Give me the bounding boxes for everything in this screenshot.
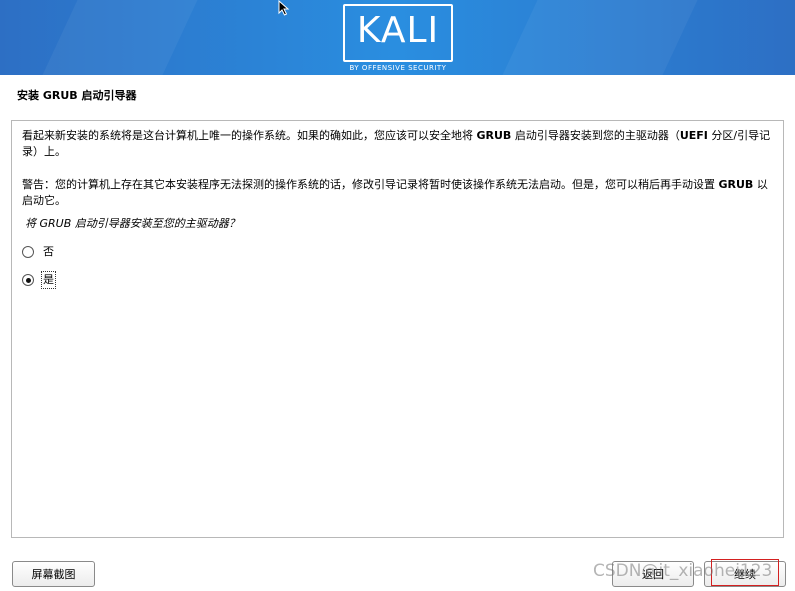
continue-button[interactable]: 继续 — [704, 561, 786, 587]
content-panel: 看起来新安装的系统将是这台计算机上唯一的操作系统。如果的确如此，您应该可以安全地… — [11, 120, 784, 538]
warning-text: 警告：您的计算机上存在其它本安装程序无法探测的操作系统的话，修改引导记录将暂时使… — [22, 178, 719, 191]
warning-paragraph: 警告：您的计算机上存在其它本安装程序无法探测的操作系统的话，修改引导记录将暂时使… — [22, 177, 774, 209]
kali-banner: KALI BY OFFENSIVE SECURITY — [0, 0, 795, 75]
banner-streak — [502, 0, 698, 75]
option-label-yes[interactable]: 是 — [41, 271, 56, 289]
info-bold-uefi: UEFI — [679, 129, 708, 142]
install-question: 将 GRUB 启动引导器安装至您的主驱动器？ — [25, 217, 240, 230]
screenshot-button[interactable]: 屏幕截图 — [12, 561, 95, 587]
logo-subtitle: BY OFFENSIVE SECURITY — [349, 64, 447, 72]
warning-bold-grub: GRUB — [718, 178, 754, 191]
logo-text: KALI — [356, 10, 440, 51]
kali-logo: KALI BY OFFENSIVE SECURITY — [343, 4, 453, 74]
info-text: 看起来新安装的系统将是这台计算机上唯一的操作系统。如果的确如此，您应该可以安全地… — [22, 129, 477, 142]
banner-streak — [42, 0, 198, 75]
info-bold-grub: GRUB — [476, 129, 512, 142]
option-yes[interactable]: 是 — [22, 271, 56, 289]
info-paragraph: 看起来新安装的系统将是这台计算机上唯一的操作系统。如果的确如此，您应该可以安全地… — [22, 128, 774, 160]
option-no[interactable]: 否 — [22, 243, 55, 261]
radio-button-no[interactable] — [22, 246, 34, 258]
page-title: 安装 GRUB 启动引导器 — [17, 89, 137, 102]
radio-button-yes[interactable] — [22, 274, 34, 286]
option-label-no[interactable]: 否 — [42, 244, 55, 260]
back-button[interactable]: 返回 — [612, 561, 694, 587]
mouse-pointer-icon — [278, 0, 290, 16]
info-text: 启动引导器安装到您的主驱动器（ — [511, 129, 680, 142]
